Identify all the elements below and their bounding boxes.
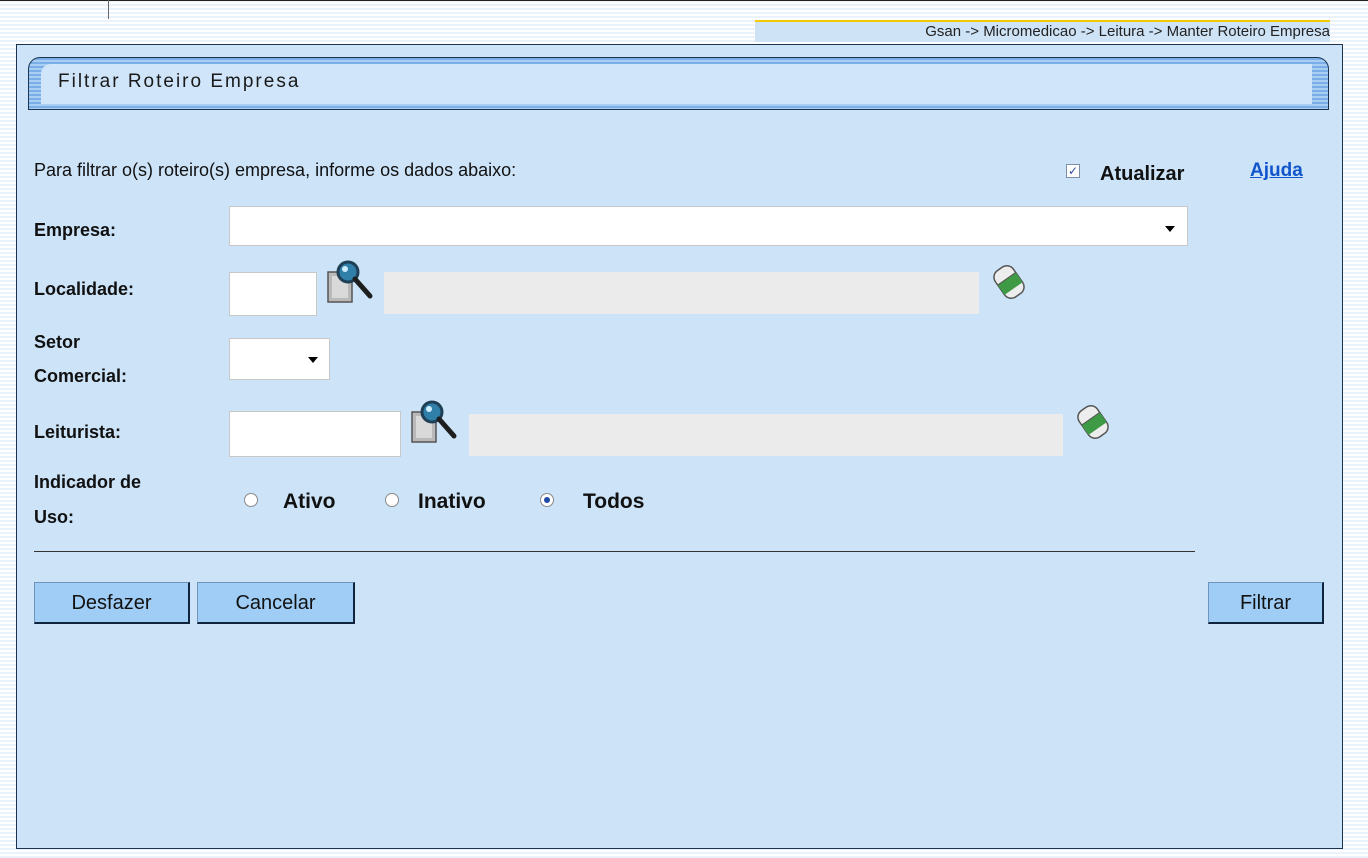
breadcrumb: Gsan -> Micromedicao -> Leitura -> Mante…: [755, 20, 1330, 42]
empresa-select[interactable]: [229, 206, 1188, 246]
instruction-text: Para filtrar o(s) roteiro(s) empresa, in…: [34, 160, 517, 180]
filtrar-button[interactable]: Filtrar: [1208, 582, 1324, 624]
ajuda-link[interactable]: Ajuda: [1250, 160, 1303, 182]
setor-comercial-label-line2: Comercial:: [34, 366, 128, 386]
leiturista-description: [469, 414, 1063, 456]
desfazer-button[interactable]: Desfazer: [34, 582, 190, 624]
atualizar-label: Atualizar: [1100, 163, 1185, 185]
atualizar-checkbox[interactable]: ✓: [1066, 164, 1080, 178]
radio-inativo[interactable]: [385, 493, 399, 507]
eraser-icon[interactable]: [988, 262, 1030, 302]
radio-ativo[interactable]: [244, 493, 258, 507]
page-title: Filtrar Roteiro Empresa: [58, 71, 301, 92]
eraser-icon[interactable]: [1072, 402, 1114, 442]
cancelar-button[interactable]: Cancelar: [197, 582, 355, 624]
radio-todos-label: Todos: [583, 490, 645, 513]
chevron-down-icon: [1165, 226, 1175, 232]
magnifier-search-icon[interactable]: [326, 258, 378, 308]
localidade-description: [384, 272, 979, 314]
top-border: [0, 0, 1368, 1]
indicador-uso-label-line2: Uso:: [34, 507, 74, 527]
empresa-label: Empresa:: [34, 220, 117, 240]
chevron-down-icon: [308, 357, 318, 363]
radio-ativo-label: Ativo: [283, 490, 336, 513]
top-separator: [108, 0, 109, 19]
leiturista-code-input[interactable]: [229, 411, 401, 457]
indicador-uso-label-line1: Indicador de: [34, 472, 142, 492]
radio-inativo-label: Inativo: [418, 490, 486, 513]
localidade-label: Localidade:: [34, 279, 135, 299]
setor-comercial-select[interactable]: [229, 338, 330, 380]
localidade-code-input[interactable]: [229, 272, 317, 316]
radio-todos[interactable]: [540, 493, 554, 507]
form-divider: [34, 551, 1195, 552]
magnifier-search-icon[interactable]: [410, 398, 462, 448]
leiturista-label: Leiturista:: [34, 422, 122, 442]
setor-comercial-label-line1: Setor: [34, 332, 81, 352]
